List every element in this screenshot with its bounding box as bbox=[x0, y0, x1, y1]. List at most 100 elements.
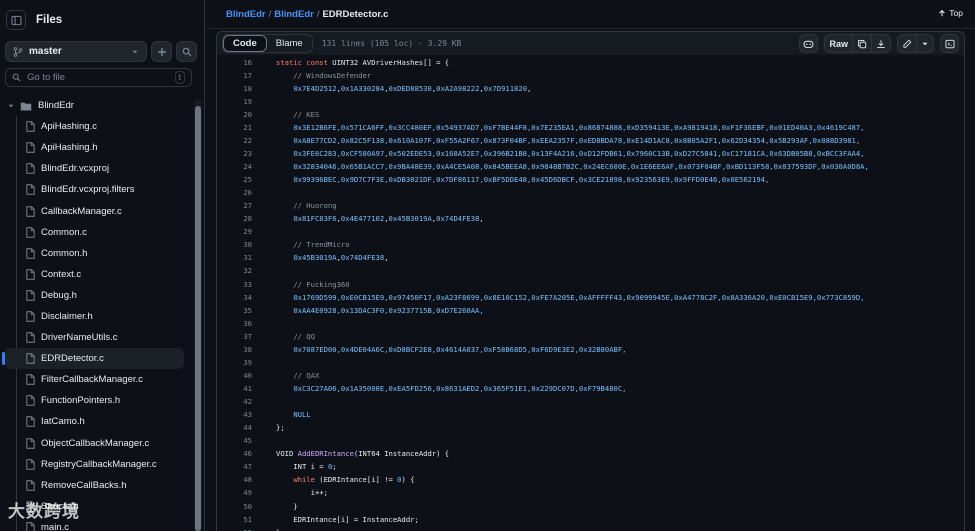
tree-file-item[interactable]: Context.c bbox=[0, 264, 190, 285]
line-number[interactable]: 17 bbox=[217, 71, 252, 80]
breadcrumb-folder-link[interactable]: BlindEdr bbox=[274, 9, 314, 20]
file-name: CallbackManager.c bbox=[41, 205, 122, 217]
collapse-sidebar-button[interactable] bbox=[6, 10, 26, 30]
code-text: 0x3E12B6FE,0x571CA6FF,0x3CC480EF,0x54937… bbox=[293, 122, 865, 132]
file-name: BlindEdr.vcxproj bbox=[41, 163, 110, 175]
go-to-file-input[interactable]: Go to file t bbox=[5, 68, 192, 87]
line-number[interactable]: 18 bbox=[217, 84, 252, 93]
watermark-logo: 大数跨境 bbox=[8, 502, 80, 521]
tree-file-item[interactable]: BlindEdr.vcxproj.filters bbox=[0, 179, 190, 200]
tree-file-item[interactable]: RegistryCallbackManager.c bbox=[0, 454, 190, 475]
breadcrumb-separator: / bbox=[316, 8, 320, 20]
raw-button[interactable]: Raw bbox=[825, 35, 852, 52]
tab-code[interactable]: Code bbox=[223, 35, 267, 52]
tree-file-item[interactable]: EDRDetector.c bbox=[2, 348, 184, 370]
tree-file-item[interactable]: BlindEdr.vcxproj bbox=[0, 158, 190, 179]
tree-file-item[interactable]: CallbackManager.c bbox=[0, 200, 190, 221]
sidebar-scrollbar[interactable] bbox=[194, 100, 202, 531]
line-number[interactable]: 29 bbox=[217, 227, 252, 236]
line-number[interactable]: 47 bbox=[217, 462, 252, 471]
code-text: // TrendMicro bbox=[293, 240, 350, 250]
code-text: } bbox=[276, 501, 298, 511]
line-number[interactable]: 22 bbox=[217, 136, 252, 145]
tree-file-item[interactable]: FilterCallbackManager.c bbox=[0, 369, 190, 390]
search-button[interactable] bbox=[176, 41, 197, 62]
copy-raw-button[interactable] bbox=[852, 35, 871, 52]
scrollbar-thumb[interactable] bbox=[195, 106, 201, 531]
code-text: 0x99396BEC,0x9D7C7F3E,0xDB3021DF,0x7DF86… bbox=[293, 175, 770, 185]
line-number[interactable]: 27 bbox=[217, 201, 252, 210]
line-number[interactable]: 39 bbox=[217, 358, 252, 367]
edit-options-button[interactable] bbox=[916, 35, 933, 52]
file-name: ApiHashing.c bbox=[41, 121, 97, 133]
tree-file-item[interactable]: ApiHashing.c bbox=[0, 116, 190, 137]
line-number[interactable]: 34 bbox=[217, 293, 252, 302]
tree-file-item[interactable]: ObjectCallbackManager.c bbox=[0, 433, 190, 454]
code-text: 0xC3C27A06,0x1A35000E,0xEA5FD256,0x8631A… bbox=[293, 384, 627, 394]
file-tree-sidebar: Files master Go to file t BlindEdr ApiHa… bbox=[0, 0, 205, 531]
code-line: 37 // QQ bbox=[217, 330, 962, 343]
code-line: 38 0x7087ED00,0x4DE04A6C,0xD8BCF2E8,0x46… bbox=[217, 343, 962, 356]
tree-file-item[interactable]: ApiHashing.h bbox=[0, 137, 190, 158]
line-number[interactable]: 19 bbox=[217, 97, 252, 106]
line-number[interactable]: 45 bbox=[217, 436, 252, 445]
copy-icon bbox=[858, 39, 867, 48]
line-number[interactable]: 38 bbox=[217, 345, 252, 354]
line-number[interactable]: 51 bbox=[217, 515, 252, 524]
tab-blame[interactable]: Blame bbox=[267, 35, 312, 52]
code-line: 19 bbox=[217, 95, 962, 108]
line-number[interactable]: 23 bbox=[217, 149, 252, 158]
branch-selector[interactable]: master bbox=[5, 41, 147, 62]
file-icon bbox=[26, 416, 35, 428]
line-number[interactable]: 33 bbox=[217, 280, 252, 289]
line-number[interactable]: 43 bbox=[217, 410, 252, 419]
line-number[interactable]: 42 bbox=[217, 397, 252, 406]
tree-file-item[interactable]: RemoveCallBacks.h bbox=[0, 475, 190, 496]
code-text: // KES bbox=[293, 109, 320, 119]
line-number[interactable]: 25 bbox=[217, 175, 252, 184]
code-line: 20 // KES bbox=[217, 108, 962, 121]
line-number[interactable]: 37 bbox=[217, 332, 252, 341]
tree-file-item[interactable]: FunctionPointers.h bbox=[0, 390, 190, 411]
copilot-button[interactable] bbox=[799, 34, 819, 53]
folder-open-icon bbox=[20, 102, 32, 111]
tree-folder-blindedr[interactable]: BlindEdr bbox=[0, 95, 190, 116]
tree-file-item[interactable]: Debug.h bbox=[0, 285, 190, 306]
tree-file-item[interactable]: DriverNameUtils.c bbox=[0, 327, 190, 348]
tree-file-item[interactable]: Common.c bbox=[0, 222, 190, 243]
tree-file-item[interactable]: Common.h bbox=[0, 243, 190, 264]
symbols-panel-button[interactable] bbox=[940, 34, 959, 53]
sidebar-header: Files bbox=[6, 9, 62, 31]
file-icon bbox=[26, 458, 35, 470]
breadcrumb-repo-link[interactable]: BlindEdr bbox=[226, 9, 266, 20]
line-number[interactable]: 28 bbox=[217, 214, 252, 223]
line-number[interactable]: 16 bbox=[217, 58, 252, 67]
line-number[interactable]: 32 bbox=[217, 266, 252, 275]
download-button[interactable] bbox=[871, 35, 890, 52]
code-line: 46 VOID AddEDRIntance(INT64 InstanceAddr)… bbox=[217, 447, 962, 460]
line-number[interactable]: 24 bbox=[217, 162, 252, 171]
edit-button[interactable] bbox=[898, 35, 916, 52]
line-number[interactable]: 31 bbox=[217, 253, 252, 262]
tree-file-item[interactable]: Disclaimer.h bbox=[0, 306, 190, 327]
line-number[interactable]: 20 bbox=[217, 110, 252, 119]
tree-file-item[interactable]: IatCamo.h bbox=[0, 411, 190, 432]
line-number[interactable]: 35 bbox=[217, 306, 252, 315]
line-number[interactable]: 48 bbox=[217, 475, 252, 484]
line-number[interactable]: 41 bbox=[217, 384, 252, 393]
line-number[interactable]: 49 bbox=[217, 488, 252, 497]
code-line: 18 0x7E4D2512,0x1A330284,0xDED88530,0xA2… bbox=[217, 82, 962, 95]
line-number[interactable]: 30 bbox=[217, 240, 252, 249]
add-file-button[interactable] bbox=[151, 41, 172, 62]
line-number[interactable]: 46 bbox=[217, 449, 252, 458]
line-number[interactable]: 50 bbox=[217, 502, 252, 511]
line-number[interactable]: 36 bbox=[217, 319, 252, 328]
line-number[interactable]: 40 bbox=[217, 371, 252, 380]
top-link[interactable]: Top bbox=[938, 8, 963, 18]
line-number[interactable]: 21 bbox=[217, 123, 252, 132]
line-number[interactable]: 26 bbox=[217, 188, 252, 197]
file-name: ApiHashing.h bbox=[41, 142, 98, 154]
code-line: 30 // TrendMicro bbox=[217, 238, 962, 251]
line-number[interactable]: 44 bbox=[217, 423, 252, 432]
raw-copy-download-group: Raw bbox=[824, 34, 891, 53]
